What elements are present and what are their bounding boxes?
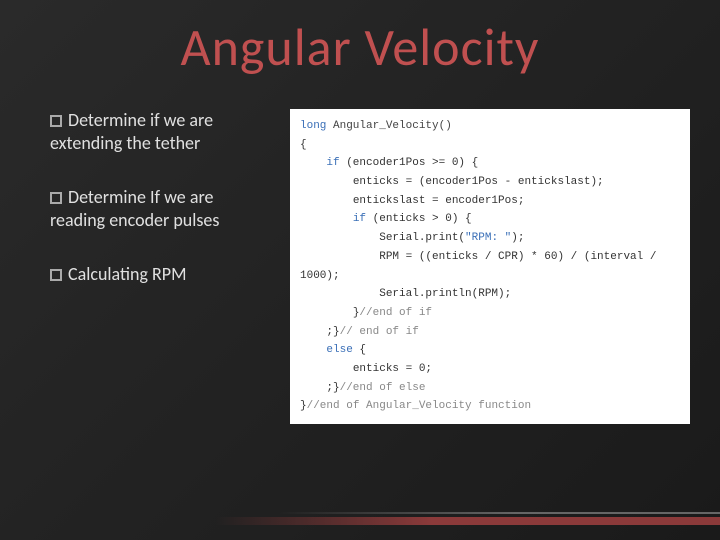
code-content: long Angular_Velocity() { if (encoder1Po… — [300, 117, 680, 416]
decorative-line — [0, 517, 720, 525]
code-block: long Angular_Velocity() { if (encoder1Po… — [290, 109, 690, 424]
code-text: (encoder1Pos >= 0) { — [340, 157, 479, 169]
decorative-line — [40, 512, 720, 514]
bullet-icon — [50, 115, 62, 127]
code-text: ); — [511, 232, 524, 244]
code-text: enticks = (encoder1Pos - entickslast); — [300, 176, 604, 188]
slide-content: Determine if we are extending the tether… — [0, 99, 720, 434]
code-comment: //end of if — [359, 307, 432, 319]
code-text: Serial.println(RPM); — [300, 288, 511, 300]
code-keyword: else — [300, 344, 353, 356]
code-text: } — [300, 307, 359, 319]
code-text: ;} — [300, 326, 340, 338]
code-text: RPM = ((enticks / CPR) * 60) / (interval… — [300, 251, 663, 282]
code-text: entickslast = encoder1Pos; — [300, 195, 524, 207]
code-text: { — [300, 139, 307, 151]
code-string: "RPM: " — [465, 232, 511, 244]
bullet-list: Determine if we are extending the tether… — [50, 109, 270, 424]
bullet-text: Calculating RPM — [68, 263, 187, 285]
code-text: enticks = 0; — [300, 363, 432, 375]
bullet-item: Determine If we are reading encoder puls… — [50, 186, 270, 233]
bullet-text: Determine If we are reading encoder puls… — [50, 186, 219, 231]
code-keyword: if — [300, 213, 366, 225]
code-comment: //end of else — [340, 382, 426, 394]
bullet-text: Determine if we are extending the tether — [50, 109, 213, 154]
slide-title: Angular Velocity — [0, 0, 720, 99]
code-comment: //end of Angular_Velocity function — [307, 400, 531, 412]
code-text: ;} — [300, 382, 340, 394]
code-text: Angular_Velocity() — [326, 120, 451, 132]
bullet-item: Calculating RPM — [50, 263, 270, 286]
code-text: { — [353, 344, 366, 356]
bullet-icon — [50, 269, 62, 281]
bullet-icon — [50, 192, 62, 204]
code-keyword: if — [300, 157, 340, 169]
code-comment: // end of if — [340, 326, 419, 338]
code-text: } — [300, 400, 307, 412]
code-text: Serial.print( — [300, 232, 465, 244]
code-keyword: long — [300, 120, 326, 132]
code-text: (enticks > 0) { — [366, 213, 472, 225]
bullet-item: Determine if we are extending the tether — [50, 109, 270, 156]
